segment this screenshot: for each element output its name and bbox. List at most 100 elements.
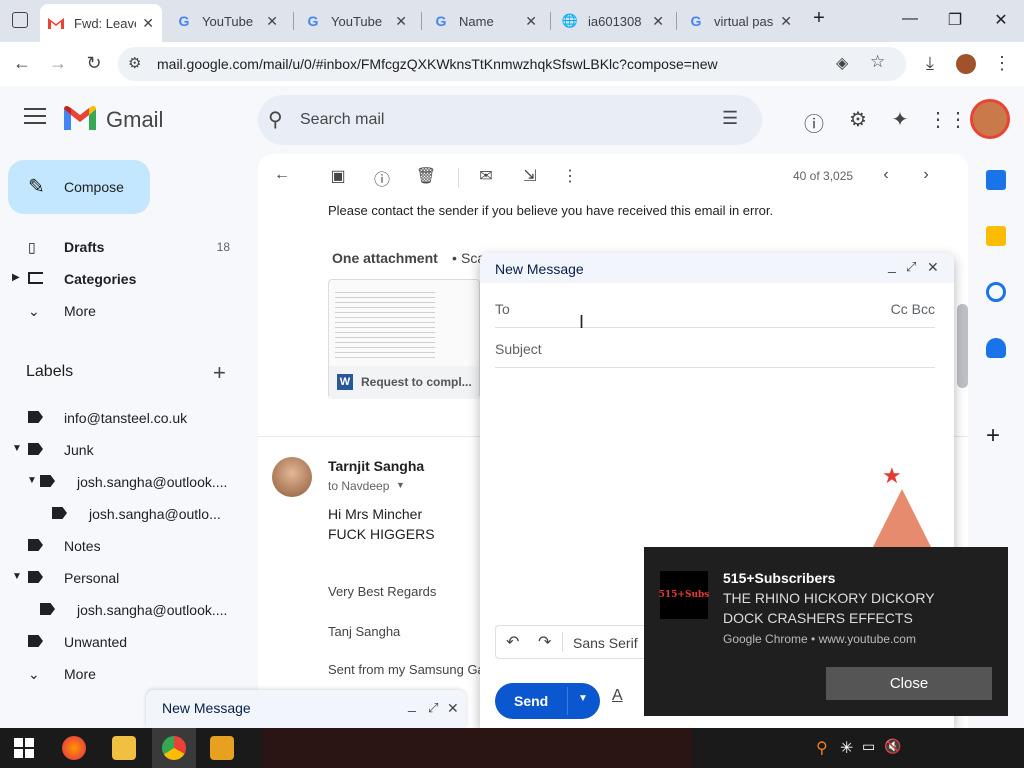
tasks-icon[interactable] <box>986 282 1006 302</box>
sidebar-item-more[interactable]: ⌄ More <box>0 295 250 327</box>
caret-down-icon[interactable]: ▼ <box>12 571 22 582</box>
media-player-icon[interactable] <box>210 736 234 760</box>
attachment-card[interactable]: W Request to compl... <box>328 279 480 399</box>
tab-name[interactable]: G Name ✕ <box>425 6 545 36</box>
label-item-more[interactable]: ⌄ More <box>0 658 250 690</box>
label-item-info[interactable]: info@tansteel.co.uk <box>0 402 250 434</box>
close-tab-icon[interactable]: ✕ <box>780 13 792 30</box>
tab-virtual-pas[interactable]: G virtual pas ✕ <box>680 6 800 36</box>
delete-icon[interactable]: 🗑 <box>414 166 438 186</box>
site-info-icon[interactable]: ⚙ <box>128 54 141 72</box>
firefox-icon[interactable] <box>62 736 86 760</box>
gemini-sparkle-icon[interactable]: ✦ <box>886 107 914 132</box>
newer-chevron-icon[interactable]: ‹ <box>874 166 898 184</box>
search-bar[interactable]: ⚲ Search mail ☰ <box>258 95 762 145</box>
search-options-icon[interactable]: ☰ <box>722 108 738 129</box>
sender-avatar[interactable] <box>272 457 312 497</box>
get-addons-icon[interactable]: + <box>986 422 1000 450</box>
tab-youtube-1[interactable]: G YouTube ✕ <box>168 6 286 36</box>
to-field[interactable]: To I Cc Bcc <box>495 288 935 332</box>
close-tab-icon[interactable]: ✕ <box>395 13 407 30</box>
file-explorer-icon[interactable] <box>112 736 136 760</box>
main-menu-icon[interactable] <box>24 108 46 124</box>
back-to-inbox-icon[interactable]: ← <box>270 166 294 184</box>
redo-icon[interactable]: ↷ <box>538 632 551 652</box>
address-bar[interactable]: ⚙ mail.google.com/mail/u/0/#inbox/FMfcgz… <box>118 47 906 81</box>
mark-unread-icon[interactable]: ✉ <box>474 166 498 186</box>
support-icon[interactable]: ⓘ <box>800 108 828 137</box>
tab-youtube-2[interactable]: G YouTube ✕ <box>297 6 415 36</box>
bookmark-star-icon[interactable]: ☆ <box>870 52 885 72</box>
settings-gear-icon[interactable]: ⚙ <box>844 107 872 132</box>
chrome-menu-icon[interactable]: ⋮ <box>990 53 1014 74</box>
search-icon[interactable]: ⚲ <box>268 107 283 132</box>
label-item-personal[interactable]: ▼ Personal <box>0 562 250 594</box>
window-close-icon[interactable]: ✕ <box>986 10 1016 30</box>
caret-right-icon[interactable]: ▶ <box>12 272 20 283</box>
chrome-taskbar-active[interactable] <box>152 728 196 768</box>
minimized-compose[interactable]: New Message _ ⤢ ✕ <box>146 690 466 728</box>
fullscreen-icon[interactable]: ⤢ <box>906 259 916 275</box>
volume-muted-icon[interactable]: 🔇 <box>884 738 901 755</box>
scrollbar-thumb[interactable] <box>957 304 968 388</box>
close-tab-icon[interactable]: ✕ <box>142 15 154 32</box>
label-item-junk[interactable]: ▼ Junk <box>0 434 250 466</box>
caret-down-icon[interactable]: ▼ <box>27 475 37 486</box>
calendar-icon[interactable] <box>986 170 1006 190</box>
minimize-icon[interactable]: — <box>895 10 925 28</box>
apps-grid-icon[interactable]: ⋮⋮ <box>928 107 968 132</box>
send-button[interactable]: Send ▼ <box>495 683 600 719</box>
tab-gmail[interactable]: Fwd: Leave ✕ <box>40 4 162 42</box>
tab-search-icon[interactable] <box>12 12 28 28</box>
forward-icon[interactable]: → <box>46 53 70 74</box>
close-compose-icon[interactable]: ✕ <box>447 700 459 717</box>
subject-input[interactable]: Subject <box>495 341 542 357</box>
windows-start-icon[interactable] <box>14 738 34 758</box>
close-compose-icon[interactable]: ✕ <box>927 259 939 276</box>
archive-icon[interactable]: ▣ <box>326 166 350 186</box>
network-icon[interactable]: ▭ <box>862 738 875 755</box>
more-actions-icon[interactable]: ⋮ <box>558 166 582 186</box>
search-tray-icon[interactable]: ⚲ <box>816 738 828 758</box>
minimize-compose-icon[interactable]: _ <box>408 696 416 712</box>
sidebar-item-categories[interactable]: ▶ Categories <box>0 263 250 295</box>
subject-field[interactable]: Subject <box>495 328 935 368</box>
send-options-icon[interactable]: ▼ <box>578 693 588 704</box>
account-avatar[interactable] <box>970 99 1010 139</box>
profile-avatar[interactable] <box>956 54 976 74</box>
download-icon[interactable]: ⤓ <box>918 53 942 74</box>
contacts-icon[interactable] <box>986 338 1006 358</box>
keep-icon[interactable] <box>986 226 1006 246</box>
tab-ia601308[interactable]: 🌐 ia601308 ✕ <box>554 6 672 36</box>
gmail-logo[interactable] <box>64 105 96 135</box>
restore-icon[interactable]: ❐ <box>940 10 970 30</box>
move-to-icon[interactable]: ⇲ <box>518 166 542 186</box>
add-label-icon[interactable]: + <box>213 360 226 386</box>
caret-down-icon[interactable]: ▼ <box>12 443 22 454</box>
report-spam-icon[interactable]: ⓘ <box>370 166 394 190</box>
sender-name[interactable]: Tarnjit Sangha <box>328 458 424 474</box>
lens-icon[interactable]: ◈ <box>836 53 848 73</box>
compose-button[interactable]: ✎ Compose <box>8 160 150 214</box>
label-item-notes[interactable]: Notes <box>0 530 250 562</box>
close-tab-icon[interactable]: ✕ <box>525 13 537 30</box>
older-chevron-icon[interactable]: › <box>914 166 938 184</box>
label-item-junk-josh[interactable]: ▼ josh.sangha@outlook.... <box>0 466 250 498</box>
notification-close-button[interactable]: Close <box>826 667 992 700</box>
reload-icon[interactable]: ↻ <box>82 53 106 74</box>
back-icon[interactable]: ← <box>10 53 34 74</box>
search-input[interactable]: Search mail <box>300 111 384 129</box>
label-item-personal-josh[interactable]: josh.sangha@outlook.... <box>0 594 250 626</box>
undo-icon[interactable]: ↶ <box>506 632 519 652</box>
brightness-icon[interactable]: ✳ <box>840 738 853 758</box>
close-tab-icon[interactable]: ✕ <box>652 13 664 30</box>
new-tab-icon[interactable]: + <box>804 7 834 30</box>
formatting-options-icon[interactable]: A <box>612 687 623 705</box>
label-item-junk-josh-sub[interactable]: josh.sangha@outlo... <box>0 498 250 530</box>
fullscreen-icon[interactable]: ⤢ <box>428 700 438 716</box>
compose-header[interactable]: New Message _ ⤢ ✕ <box>480 253 954 283</box>
details-caret-icon[interactable]: ▼ <box>396 480 405 490</box>
minimize-compose-icon[interactable]: _ <box>888 257 896 273</box>
font-select[interactable]: Sans Serif <box>573 635 638 651</box>
cc-bcc-link[interactable]: Cc Bcc <box>891 301 935 317</box>
